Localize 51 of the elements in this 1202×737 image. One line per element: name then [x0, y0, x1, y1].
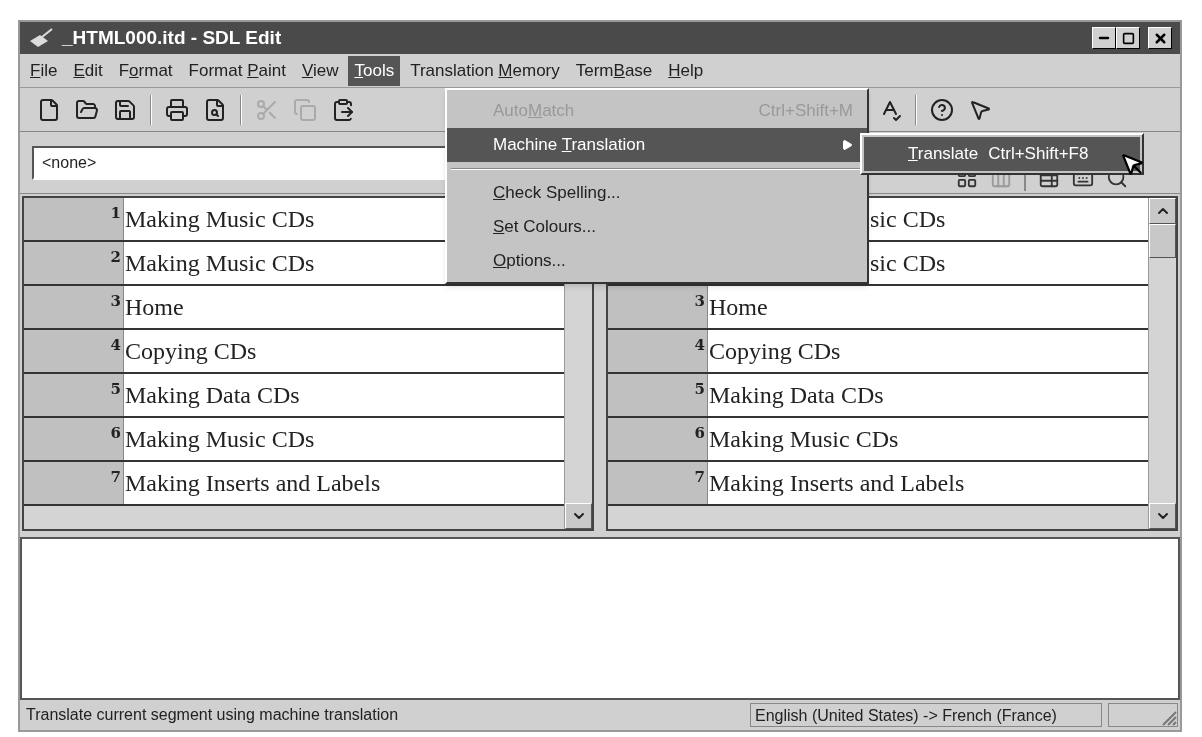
segment-cell[interactable]: Making Data CDs: [124, 374, 564, 416]
status-message: Translate current segment using machine translation: [25, 705, 400, 725]
segment-number: 5: [110, 379, 121, 400]
segment-text: Making Inserts and Labels: [709, 469, 965, 498]
segment-text: Making Music CDs: [709, 425, 899, 454]
segment-cell[interactable]: Home: [708, 286, 1148, 328]
segment-text: Copying CDs: [709, 337, 841, 366]
segment-text: Making Data CDs: [125, 381, 300, 410]
segment-text: Making Data CDs: [709, 381, 884, 410]
menu-item[interactable]: View: [295, 55, 345, 86]
segment-text: Making Music CDs: [125, 249, 315, 278]
menu-entry[interactable]: Machine Translation: [447, 128, 867, 162]
segment-number: 7: [110, 467, 121, 488]
segment-number: 3: [110, 291, 121, 312]
segment-text: Making Music CDs: [125, 205, 315, 234]
segment-cell[interactable]: Copying CDs: [124, 330, 564, 372]
segment-text: sic CDs: [870, 249, 946, 278]
menu-item[interactable]: Translation Memory: [404, 55, 566, 86]
menu-item[interactable]: File: [24, 55, 64, 86]
menu-item[interactable]: TermBase: [569, 55, 659, 86]
segment-number: 6: [694, 423, 705, 444]
segment-number: 1: [110, 203, 121, 224]
segment-number: 4: [694, 335, 705, 356]
segment-cell[interactable]: Copying CDs: [708, 330, 1148, 372]
segment-cell[interactable]: Making Music CDs: [124, 418, 564, 460]
segment-text: sic CDs: [870, 205, 946, 234]
segment-number: 5: [694, 379, 705, 400]
segment-cell[interactable]: Making Music CDs: [708, 418, 1148, 460]
segment-text: Home: [709, 293, 768, 322]
segment-number: 4: [110, 335, 121, 356]
segment-cell[interactable]: Home: [124, 286, 564, 328]
segment-number: 3: [694, 291, 705, 312]
shortcut-text: Ctrl+Shift+F8: [988, 143, 1089, 166]
menu-item[interactable]: Help: [662, 55, 710, 86]
segment-number: 2: [110, 247, 121, 268]
segment-text: Copying CDs: [125, 337, 257, 366]
menu-entry[interactable]: Translate Ctrl+Shift+F8: [864, 137, 1140, 171]
segment-cell[interactable]: Making Data CDs: [708, 374, 1148, 416]
menu-item[interactable]: Format Paint: [182, 55, 292, 86]
segment-text: Making Music CDs: [125, 425, 315, 454]
menu-item[interactable]: Edit: [67, 55, 109, 86]
menu-item[interactable]: Tools: [348, 55, 401, 86]
segment-cell[interactable]: Making Inserts and Labels: [708, 462, 1148, 504]
segment-number: 6: [110, 423, 121, 444]
segment-text: Making Inserts and Labels: [125, 469, 381, 498]
segment-cell[interactable]: Making Inserts and Labels: [124, 462, 564, 504]
menu-item[interactable]: Format: [112, 55, 179, 86]
status-language-pair: English (United States) -> French (France): [750, 703, 1102, 727]
segment-number: 7: [694, 467, 705, 488]
window-title: _HTML000.itd - SDL Edit: [62, 25, 283, 50]
segment-text: Home: [125, 293, 184, 322]
